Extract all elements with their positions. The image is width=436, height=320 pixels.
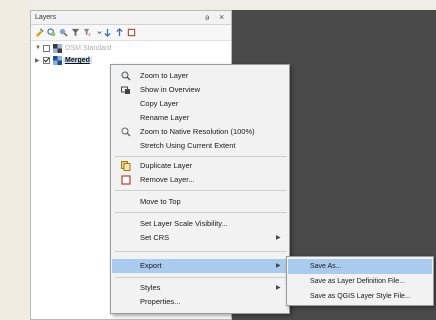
submenu-arrow-icon: ▶ bbox=[276, 263, 281, 269]
close-panel-icon[interactable]: × bbox=[219, 12, 224, 22]
menu-item-label: Set CRS bbox=[140, 233, 170, 242]
menu-item-copy-layer[interactable]: Copy Layer bbox=[112, 97, 288, 111]
menu-item-label: Save as Layer Definition File... bbox=[310, 278, 405, 285]
menu-separator bbox=[115, 251, 287, 252]
zoom-native-resolution-icon bbox=[121, 127, 131, 137]
filter-by-expression-icon[interactable] bbox=[71, 28, 80, 37]
menu-item-styles[interactable]: Styles ▶ bbox=[112, 281, 288, 295]
menu-item-save-qgis-style[interactable]: Save as QGIS Layer Style File... bbox=[288, 289, 432, 304]
collapse-all-icon[interactable] bbox=[115, 28, 124, 37]
menu-item-set-crs[interactable]: Set CRS ▶ bbox=[112, 231, 288, 245]
svg-text:ε: ε bbox=[88, 33, 91, 37]
menu-item-zoom-native[interactable]: Zoom to Native Resolution (100%) bbox=[112, 125, 288, 139]
menu-item-properties[interactable]: Properties... bbox=[112, 295, 288, 309]
menu-item-label: Save as QGIS Layer Style File... bbox=[310, 293, 411, 300]
menu-item-save-as[interactable]: Save As... bbox=[288, 259, 432, 274]
window-backdrop bbox=[0, 0, 436, 10]
layers-toolbar: ε bbox=[31, 25, 231, 41]
menu-item-rename-layer[interactable]: Rename Layer bbox=[112, 111, 288, 125]
panel-titlebar: Layers ə × bbox=[31, 11, 231, 25]
menu-item-label: Styles bbox=[140, 283, 161, 292]
expand-all-icon[interactable] bbox=[103, 28, 112, 37]
zoom-to-layer-icon bbox=[121, 71, 131, 81]
menu-item-label: Properties... bbox=[140, 297, 181, 306]
submenu-arrow-icon: ▶ bbox=[276, 285, 281, 291]
menu-item-show-in-overview[interactable]: Show in Overview bbox=[112, 83, 288, 97]
float-panel-icon[interactable]: ə bbox=[205, 13, 209, 22]
menu-separator bbox=[115, 156, 287, 157]
layer-visibility-checkbox[interactable] bbox=[43, 57, 50, 64]
menu-item-zoom-to-layer[interactable]: Zoom to Layer bbox=[112, 69, 288, 83]
submenu-arrow-icon: ▶ bbox=[276, 235, 281, 241]
menu-item-label: Duplicate Layer bbox=[140, 161, 193, 170]
manage-map-themes-icon[interactable] bbox=[47, 28, 56, 37]
collapse-arrow-icon[interactable]: ▼ bbox=[35, 45, 41, 51]
panel-title: Layers bbox=[35, 14, 57, 21]
remove-layer-icon bbox=[121, 175, 131, 185]
menu-item-label: Copy Layer bbox=[140, 99, 179, 108]
menu-item-label: Stretch Using Current Extent bbox=[140, 141, 236, 150]
menu-item-duplicate-layer[interactable]: Duplicate Layer bbox=[112, 159, 288, 173]
menu-item-label: Save As... bbox=[310, 263, 342, 270]
add-group-icon[interactable] bbox=[35, 28, 44, 37]
layer-item-osm-standard[interactable]: ▼ OSM Standard bbox=[31, 43, 231, 55]
expand-arrow-icon[interactable]: ▶ bbox=[35, 57, 40, 64]
menu-item-label: Set Layer Scale Visibility... bbox=[140, 219, 228, 228]
duplicate-layer-icon bbox=[121, 161, 131, 171]
menu-item-remove-layer[interactable]: Remove Layer... bbox=[112, 173, 288, 187]
layer-name: Merged bbox=[63, 57, 92, 64]
menu-item-label: Rename Layer bbox=[140, 113, 190, 122]
dropdown-arrow-icon[interactable] bbox=[95, 28, 102, 37]
menu-item-move-to-top[interactable]: Move to Top bbox=[112, 195, 288, 209]
layer-visibility-checkbox[interactable] bbox=[43, 45, 50, 52]
menu-separator bbox=[115, 212, 287, 213]
menu-item-set-scale-visibility[interactable]: Set Layer Scale Visibility... bbox=[112, 217, 288, 231]
desktop-backdrop bbox=[0, 0, 30, 320]
menu-item-save-layer-definition[interactable]: Save as Layer Definition File... bbox=[288, 274, 432, 289]
filter-dropdown-icon[interactable]: ε bbox=[83, 28, 92, 37]
raster-layer-icon bbox=[53, 44, 62, 53]
menu-item-label: Show in Overview bbox=[140, 85, 201, 94]
remove-layer-icon[interactable] bbox=[127, 28, 136, 37]
export-submenu: Save As... Save as Layer Definition File… bbox=[286, 256, 434, 306]
menu-item-label: Zoom to Native Resolution (100%) bbox=[140, 127, 255, 136]
menu-item-label: Zoom to Layer bbox=[140, 71, 189, 80]
menu-item-label: Export bbox=[140, 261, 162, 270]
menu-item-stretch-extent[interactable]: Stretch Using Current Extent bbox=[112, 139, 288, 153]
layer-context-menu: Zoom to Layer Show in Overview Copy Laye… bbox=[110, 64, 290, 314]
menu-item-label: Move to Top bbox=[140, 197, 181, 206]
menu-separator bbox=[115, 277, 287, 278]
menu-separator bbox=[115, 190, 287, 191]
menu-item-export[interactable]: Export ▶ bbox=[112, 259, 288, 273]
raster-layer-icon bbox=[53, 56, 62, 65]
show-in-overview-icon bbox=[121, 85, 131, 95]
layer-name: OSM Standard bbox=[65, 45, 112, 52]
filter-legend-icon[interactable] bbox=[59, 28, 68, 37]
menu-item-label: Remove Layer... bbox=[140, 175, 195, 184]
